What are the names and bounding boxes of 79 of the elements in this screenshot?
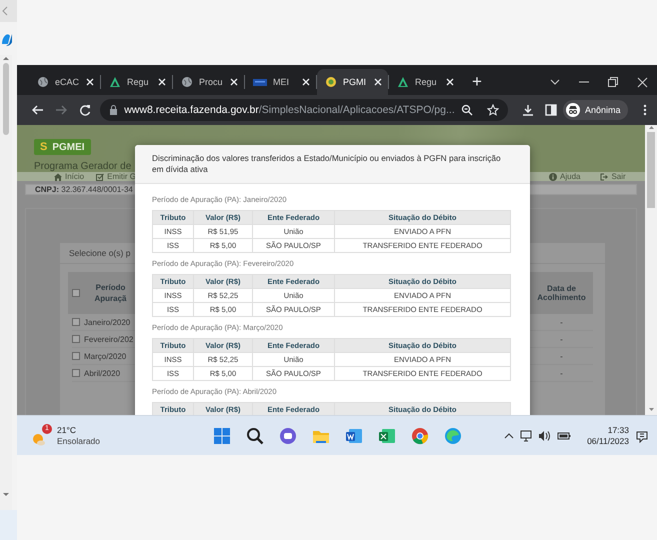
coin-icon (325, 76, 337, 88)
scroll-down-icon[interactable] (648, 407, 654, 412)
close-icon[interactable] (302, 78, 310, 86)
clock[interactable]: 17:33 06/11/2023 (587, 424, 629, 446)
sign-out-icon (600, 172, 608, 180)
triangle-logo-icon (397, 76, 409, 88)
table-cell: Abril/2020 (84, 368, 120, 378)
scroll-up-icon[interactable] (2, 55, 10, 61)
browser-tab[interactable]: Procu (173, 69, 244, 95)
document-app-icon[interactable] (344, 426, 362, 444)
zoom-icon[interactable] (460, 104, 473, 116)
checkbox[interactable] (72, 318, 80, 326)
close-icon[interactable] (374, 78, 382, 86)
tab-logo-icon (253, 76, 267, 88)
lock-icon (109, 105, 118, 115)
star-icon[interactable] (487, 104, 500, 116)
monitor-network-icon[interactable] (520, 430, 532, 442)
sidebar-icon[interactable] (545, 104, 558, 116)
table-cell: Março/2020 (84, 352, 126, 360)
close-icon[interactable] (230, 78, 238, 86)
checkbox[interactable] (72, 352, 80, 360)
scroll-down-icon[interactable] (2, 492, 10, 498)
speaker-icon[interactable] (538, 430, 552, 442)
pgmei-logo: S PGMEI (34, 139, 91, 155)
table-cell: - (560, 334, 563, 344)
modal-title: Discriminação dos valores transferidos a Estado/Município ou enviados à PGFN para inscrição em dívida ativa (152, 153, 501, 174)
cnpj-text: CNPJ: 32.367.448/0001-34 (35, 185, 133, 194)
table-cell: - (560, 368, 563, 378)
address-bar[interactable]: www8.receita.fazenda.gov.br/SimplesNacional/Aplicacoes/ATSPO/pg... (100, 99, 508, 121)
scrollbar[interactable] (645, 125, 657, 415)
globe-icon (181, 76, 193, 88)
checkbox-icon (96, 172, 104, 180)
temperature-text: 21°C (57, 424, 77, 436)
back-arrow-icon[interactable] (31, 104, 44, 116)
date-text: 06/11/2023 (587, 436, 629, 446)
download-icon[interactable] (522, 104, 534, 116)
scrollbar-thumb[interactable] (647, 132, 655, 208)
scrollbar-thumb[interactable] (3, 63, 9, 135)
url-text[interactable]: www8.receita.fazenda.gov.br/SimplesNacional/Aplicacoes/ATSPO/pg... (124, 104, 455, 116)
chevron-down-icon[interactable] (550, 79, 560, 85)
battery-icon[interactable] (557, 430, 572, 442)
close-icon[interactable] (86, 78, 94, 86)
browser-app-icon[interactable] (410, 426, 428, 444)
profile-button[interactable]: Anônima (563, 100, 628, 120)
column-header: Data de Acolhimento (536, 284, 587, 302)
browser-tab[interactable]: Regu (101, 69, 172, 95)
browser-tab[interactable]: Regu (389, 69, 460, 95)
browser-tab[interactable]: PGMI (317, 69, 388, 95)
column-header: Período Apuraçã (93, 282, 128, 304)
checkbox[interactable] (72, 369, 80, 377)
close-icon[interactable] (158, 78, 166, 86)
globe-icon (37, 76, 49, 88)
table-cell: - (560, 318, 563, 326)
more-menu-icon[interactable] (643, 104, 648, 116)
time-text: 17:33 (608, 424, 629, 436)
home-icon (54, 172, 62, 180)
chat-bubble-icon[interactable] (278, 426, 296, 444)
start-button[interactable] (212, 426, 230, 444)
close-icon[interactable] (637, 76, 648, 88)
restore-icon[interactable] (608, 77, 618, 87)
search-icon[interactable] (246, 426, 264, 444)
chevron-up-icon[interactable] (504, 432, 514, 440)
close-icon[interactable] (446, 78, 454, 86)
weather-text: Ensolarado (57, 436, 100, 446)
table-cell: Fevereiro/202 (84, 334, 134, 344)
minimize-icon[interactable] (579, 81, 589, 83)
browser-tab[interactable]: eCAC (29, 69, 100, 95)
spreadsheet-app-icon[interactable] (378, 426, 396, 444)
checkbox[interactable] (72, 289, 80, 297)
page-subtitle: Programa Gerador de (34, 161, 132, 172)
reload-icon[interactable] (78, 104, 91, 116)
table-cell: - (560, 352, 563, 360)
new-tab-button[interactable]: + (472, 72, 492, 92)
browser-tab[interactable]: MEI (245, 69, 316, 95)
notification-icon[interactable] (635, 428, 649, 442)
triangle-logo-icon (109, 76, 121, 88)
table-cell: Janeiro/2020 (84, 318, 130, 326)
incognito-icon (566, 103, 580, 117)
checkbox[interactable] (72, 335, 80, 343)
